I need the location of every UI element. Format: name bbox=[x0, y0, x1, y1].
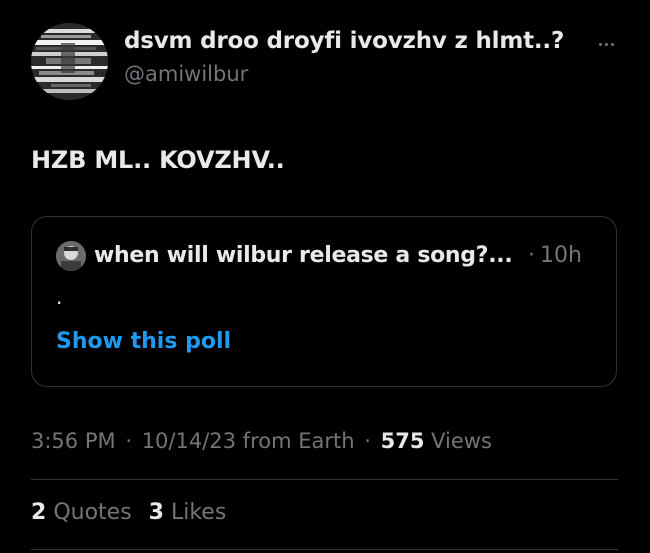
quotes-label: Quotes bbox=[53, 500, 132, 525]
avatar-glitch-image bbox=[31, 23, 108, 100]
quoted-tweet-card[interactable]: when will wilbur release a song?... · 10… bbox=[31, 216, 617, 387]
likes-label: Likes bbox=[170, 500, 227, 525]
tweet-text: HZB ML.. KOVZHV.. bbox=[31, 146, 285, 174]
show-poll-link[interactable]: Show this poll bbox=[56, 329, 231, 354]
tweet-meta: 3:56 PM · 10/14/23 from Earth · 575 View… bbox=[31, 429, 492, 453]
author-avatar[interactable] bbox=[31, 23, 108, 100]
more-options-icon bbox=[598, 42, 602, 46]
views-label: Views bbox=[431, 429, 492, 453]
likes-stat[interactable]: 3 Likes bbox=[149, 500, 227, 525]
more-options-button[interactable] bbox=[590, 28, 622, 60]
quotes-stat[interactable]: 2 Quotes bbox=[31, 500, 139, 525]
divider-bottom bbox=[31, 549, 618, 550]
author-handle[interactable]: @amiwilbur bbox=[124, 62, 248, 86]
tweet-time[interactable]: 3:56 PM bbox=[31, 429, 116, 453]
quoted-tweet-time: 10h bbox=[540, 243, 582, 268]
meta-separator: · bbox=[125, 429, 132, 453]
quoted-author-avatar bbox=[56, 241, 86, 271]
quoted-tweet-title: when will wilbur release a song?... bbox=[94, 243, 513, 268]
views-count: 575 bbox=[380, 429, 425, 453]
tweet-date-source: 10/14/23 from Earth bbox=[141, 429, 355, 453]
author-display-name[interactable]: dsvm droo droyfi ivovzhv z hlmt..? bbox=[124, 28, 564, 54]
meta-separator-2: · bbox=[364, 429, 371, 453]
quotes-count: 2 bbox=[31, 500, 47, 525]
quoted-time-separator: · bbox=[528, 243, 535, 268]
divider bbox=[31, 479, 618, 480]
engagement-stats: 2 Quotes 3 Likes bbox=[31, 500, 226, 525]
quoted-avatar-image bbox=[56, 241, 86, 271]
quoted-tweet-body: . bbox=[56, 285, 63, 309]
likes-count: 3 bbox=[148, 500, 164, 525]
